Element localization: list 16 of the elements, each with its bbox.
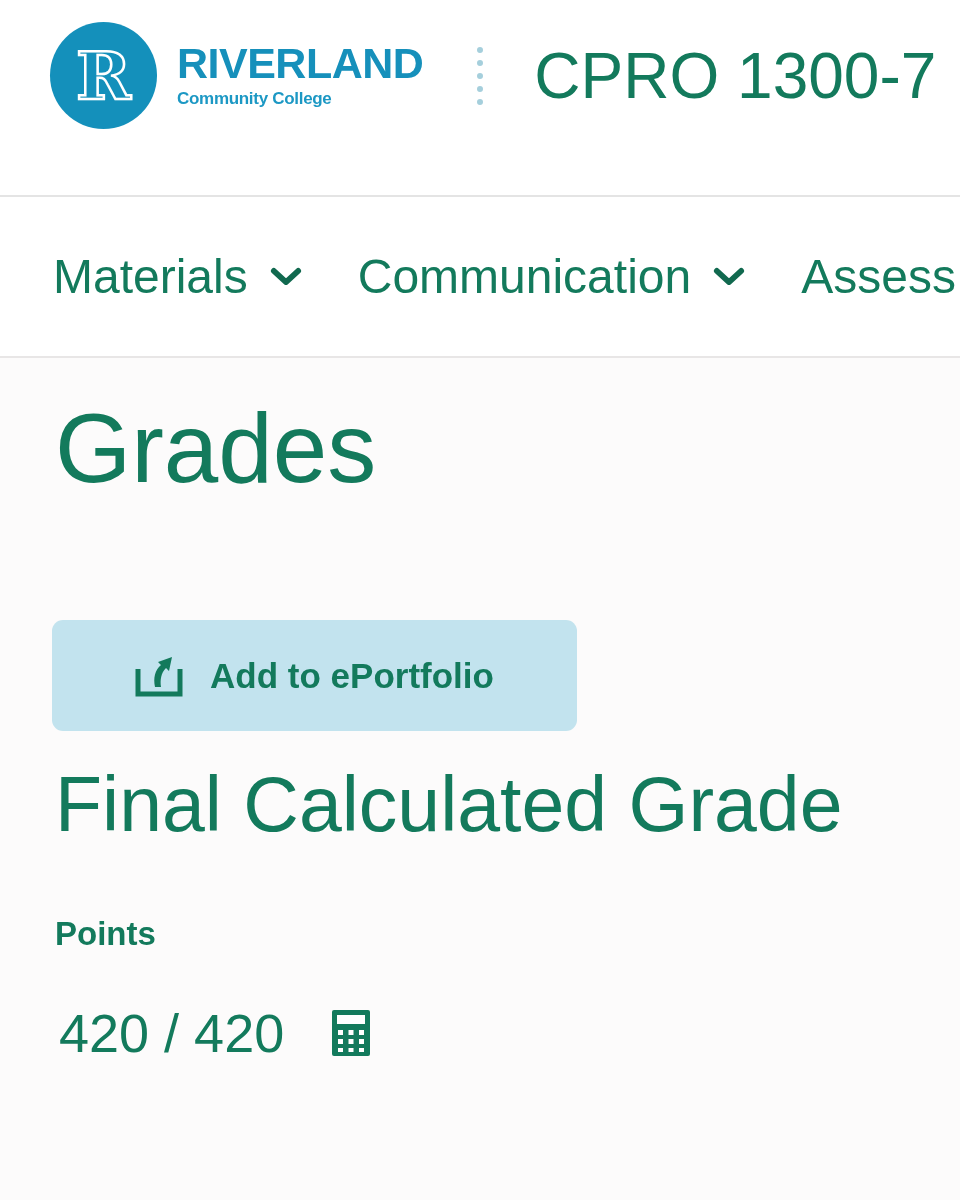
nav-menu-item[interactable]: Materials	[53, 249, 304, 304]
nav-menu-item[interactable]: Communication	[357, 249, 748, 304]
calculator-icon[interactable]	[332, 1010, 371, 1056]
chevron-down-icon	[713, 267, 746, 286]
college-name: RIVERLAND	[177, 41, 424, 85]
page-title: Grades	[55, 399, 378, 497]
chevron-down-icon	[269, 267, 302, 286]
logo-monogram: R	[50, 22, 157, 129]
nav-menu-item[interactable]: Assess	[801, 249, 956, 304]
section-heading: Final Calculated Grade	[55, 766, 844, 843]
export-tray-icon	[135, 654, 184, 697]
college-tagline: Community College	[177, 88, 333, 110]
course-title: CPRO 1300-7	[534, 43, 937, 108]
add-to-eportfolio-button[interactable]: Add to ePortfolio	[52, 620, 577, 731]
points-label: Points	[55, 917, 157, 950]
points-value: 420 / 420	[59, 1006, 285, 1060]
